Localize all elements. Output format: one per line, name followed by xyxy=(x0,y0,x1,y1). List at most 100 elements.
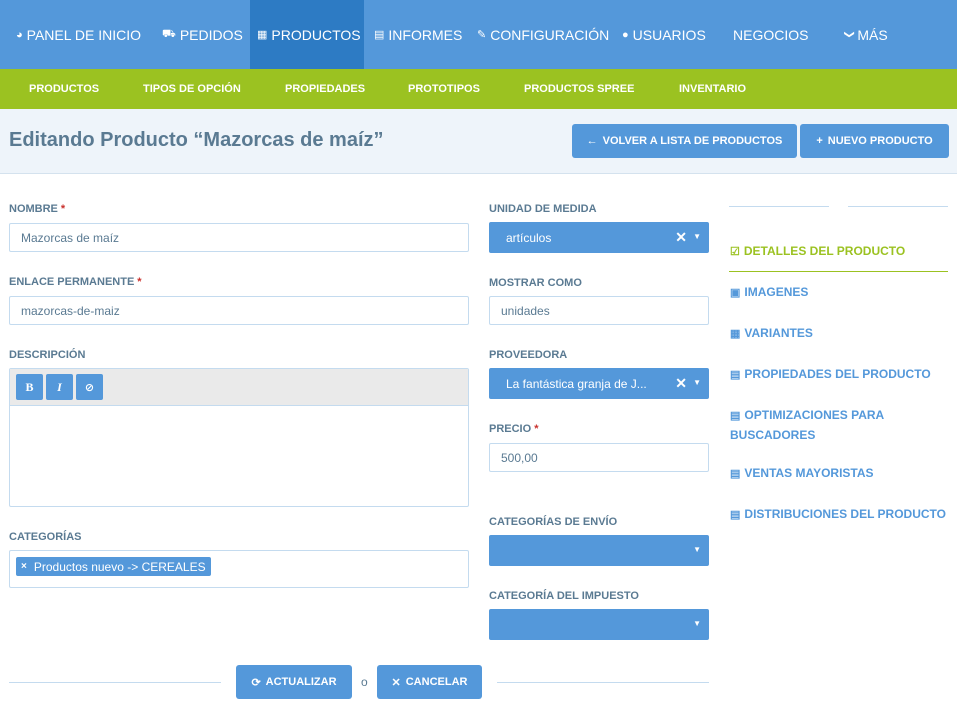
nav-label: CONFIGURACIÓN xyxy=(490,26,610,43)
subnav-label: INVENTARIO xyxy=(679,83,747,95)
description-textarea[interactable] xyxy=(10,406,468,506)
subnav-spree-products[interactable]: PRODUCTOS SPREE xyxy=(524,69,635,115)
tax-category-select[interactable]: ▼ xyxy=(489,609,709,640)
label-text: PRECIO xyxy=(489,423,532,435)
label-text: ENLACE PERMANENTE xyxy=(9,276,135,288)
subnav-label: TIPOS DE OPCIÓN xyxy=(143,83,241,95)
subnav-inventory[interactable]: INVENTARIO xyxy=(679,69,746,109)
button-label: VOLVER A LISTA DE PRODUCTOS xyxy=(602,135,783,147)
chevron-down-icon: ▼ xyxy=(693,232,701,241)
subnav-prototypes[interactable]: PROTOTIPOS xyxy=(408,69,480,109)
permalink-label: ENLACE PERMANENTE * xyxy=(9,276,142,288)
subnav-label: PRODUCTOS xyxy=(29,83,100,95)
editor-toolbar: B I ⊘ xyxy=(10,369,468,406)
shipping-category-select[interactable]: ▼ xyxy=(489,535,709,566)
sidebar-label: VENTAS MAYORISTAS xyxy=(744,466,874,480)
image-icon: ▣ xyxy=(730,287,741,299)
bold-button[interactable]: B xyxy=(16,374,43,400)
subnav-label: PRODUCTOS SPREE xyxy=(524,83,635,95)
dashboard-icon: ◕ xyxy=(16,28,23,41)
nav-label: PEDIDOS xyxy=(179,26,243,43)
sidebar-item-distributions[interactable]: ▤ DISTRIBUCIONES DEL PRODUCTO xyxy=(730,505,946,525)
chevron-down-icon: ▼ xyxy=(693,619,701,628)
back-to-list-button[interactable]: ← VOLVER A LISTA DE PRODUCTOS xyxy=(572,124,797,158)
new-product-button[interactable]: + NUEVO PRODUCTO xyxy=(800,124,949,158)
nav-businesses[interactable]: NEGOCIOS xyxy=(723,0,832,69)
clear-icon[interactable]: ✕ xyxy=(675,229,687,246)
italic-button[interactable]: I xyxy=(46,374,73,400)
clear-format-button[interactable]: ⊘ xyxy=(76,374,103,400)
nav-products[interactable]: ▦ PRODUCTOS xyxy=(250,0,364,69)
arrow-left-icon: ← xyxy=(586,135,598,147)
subnav-properties[interactable]: PROPIEDADES xyxy=(285,69,365,109)
button-label: ACTUALIZAR xyxy=(265,676,337,688)
nav-reports[interactable]: ▤ INFORMES xyxy=(364,0,468,69)
required-marker: * xyxy=(534,423,539,435)
nav-dashboard[interactable]: ◕ PANEL DE INICIO xyxy=(0,0,152,69)
categories-input[interactable]: × Productos nuevo -> CEREALES xyxy=(9,550,469,588)
sidebar-label: PROPIEDADES DEL PRODUCTO xyxy=(744,367,931,381)
sidebar-item-wholesale[interactable]: ▤ VENTAS MAYORISTAS xyxy=(730,464,874,484)
categories-label: CATEGORÍAS xyxy=(9,531,82,543)
chevron-down-icon: ▼ xyxy=(693,378,701,387)
button-label: NUEVO PRODUCTO xyxy=(827,135,933,147)
description-editor: B I ⊘ xyxy=(9,368,469,507)
list-icon: ▤ xyxy=(730,369,741,381)
remove-tag-icon[interactable]: × xyxy=(21,561,27,572)
subnav-option-types[interactable]: TIPOS DE OPCIÓN xyxy=(143,69,241,109)
display-as-input[interactable]: unidades xyxy=(489,296,709,325)
sidebar-item-images[interactable]: ▣ IMAGENES xyxy=(730,283,808,303)
nav-label: PRODUCTOS xyxy=(271,26,361,43)
close-icon: ✕ xyxy=(391,676,401,689)
sidebar-item-seo[interactable]: ▤ OPTIMIZACIONES PARA BUSCADORES xyxy=(730,406,884,445)
name-label: NOMBRE * xyxy=(9,203,65,215)
price-label: PRECIO * xyxy=(489,423,538,435)
active-underline xyxy=(729,271,948,272)
footer-divider xyxy=(9,682,221,683)
cancel-button[interactable]: ✕ CANCELAR xyxy=(377,665,482,699)
subnav-products[interactable]: PRODUCTOS xyxy=(29,69,100,115)
supplier-select[interactable]: La fantástica granja de J... ✕ ▼ xyxy=(489,368,709,399)
required-marker: * xyxy=(60,203,66,215)
footer-divider xyxy=(497,682,709,683)
nav-more[interactable]: ❯ MÁS xyxy=(832,0,942,69)
cart-icon: ⛟ xyxy=(162,27,176,40)
select-value: artículos xyxy=(506,230,552,245)
sub-nav: PRODUCTOS TIPOS DE OPCIÓN PROPIEDADES PR… xyxy=(0,69,957,115)
subnav-label: PROTOTIPOS xyxy=(408,83,480,95)
clear-icon[interactable]: ✕ xyxy=(675,375,687,392)
page-title: Editando Producto “Mazorcas de maíz” xyxy=(9,129,384,151)
file-icon: ▤ xyxy=(374,29,385,41)
unit-select[interactable]: artículos ✕ ▼ xyxy=(489,222,709,253)
nav-configuration[interactable]: ✎ CONFIGURACIÓN xyxy=(468,0,612,69)
list-icon: ▤ xyxy=(730,509,741,521)
sidebar-item-variants[interactable]: ▦ VARIANTES xyxy=(730,324,813,344)
sidebar-label: OPTIMIZACIONES PARA xyxy=(744,408,885,422)
refresh-icon: ⟳ xyxy=(251,676,261,689)
select-value: La fantástica granja de J... xyxy=(506,376,647,391)
sidebar-label: DISTRIBUCIONES DEL PRODUCTO xyxy=(744,507,946,521)
chevron-down-icon: ▼ xyxy=(693,545,701,554)
label-text: NOMBRE xyxy=(9,203,58,215)
sidebar-divider xyxy=(729,206,829,207)
list-icon: ▤ xyxy=(730,410,741,422)
nav-label: NEGOCIOS xyxy=(733,26,809,43)
permalink-input[interactable]: mazorcas-de-maiz xyxy=(9,296,469,325)
chevron-down-icon: ❯ xyxy=(843,30,855,39)
nav-label: PANEL DE INICIO xyxy=(26,26,142,43)
nav-orders[interactable]: ⛟ PEDIDOS xyxy=(152,0,250,69)
sidebar-item-product-details[interactable]: ☑ DETALLES DEL PRODUCTO xyxy=(730,242,905,262)
supplier-label: PROVEEDORA xyxy=(489,349,568,361)
required-marker: * xyxy=(137,276,142,288)
user-icon: ● xyxy=(622,28,629,41)
shipping-category-label: CATEGORÍAS DE ENVÍO xyxy=(489,516,618,528)
nav-users[interactable]: ● USUARIOS xyxy=(612,0,723,69)
price-input[interactable]: 500,00 xyxy=(489,443,709,472)
sidebar-item-product-properties[interactable]: ▤ PROPIEDADES DEL PRODUCTO xyxy=(730,365,931,385)
tax-category-label: CATEGORÍA DEL IMPUESTO xyxy=(489,590,639,602)
sidebar-label: IMAGENES xyxy=(744,285,809,299)
wrench-icon: ✎ xyxy=(477,29,487,41)
sidebar-label: DETALLES DEL PRODUCTO xyxy=(743,244,906,258)
update-button[interactable]: ⟳ ACTUALIZAR xyxy=(236,665,352,699)
name-input[interactable]: Mazorcas de maíz xyxy=(9,223,469,252)
